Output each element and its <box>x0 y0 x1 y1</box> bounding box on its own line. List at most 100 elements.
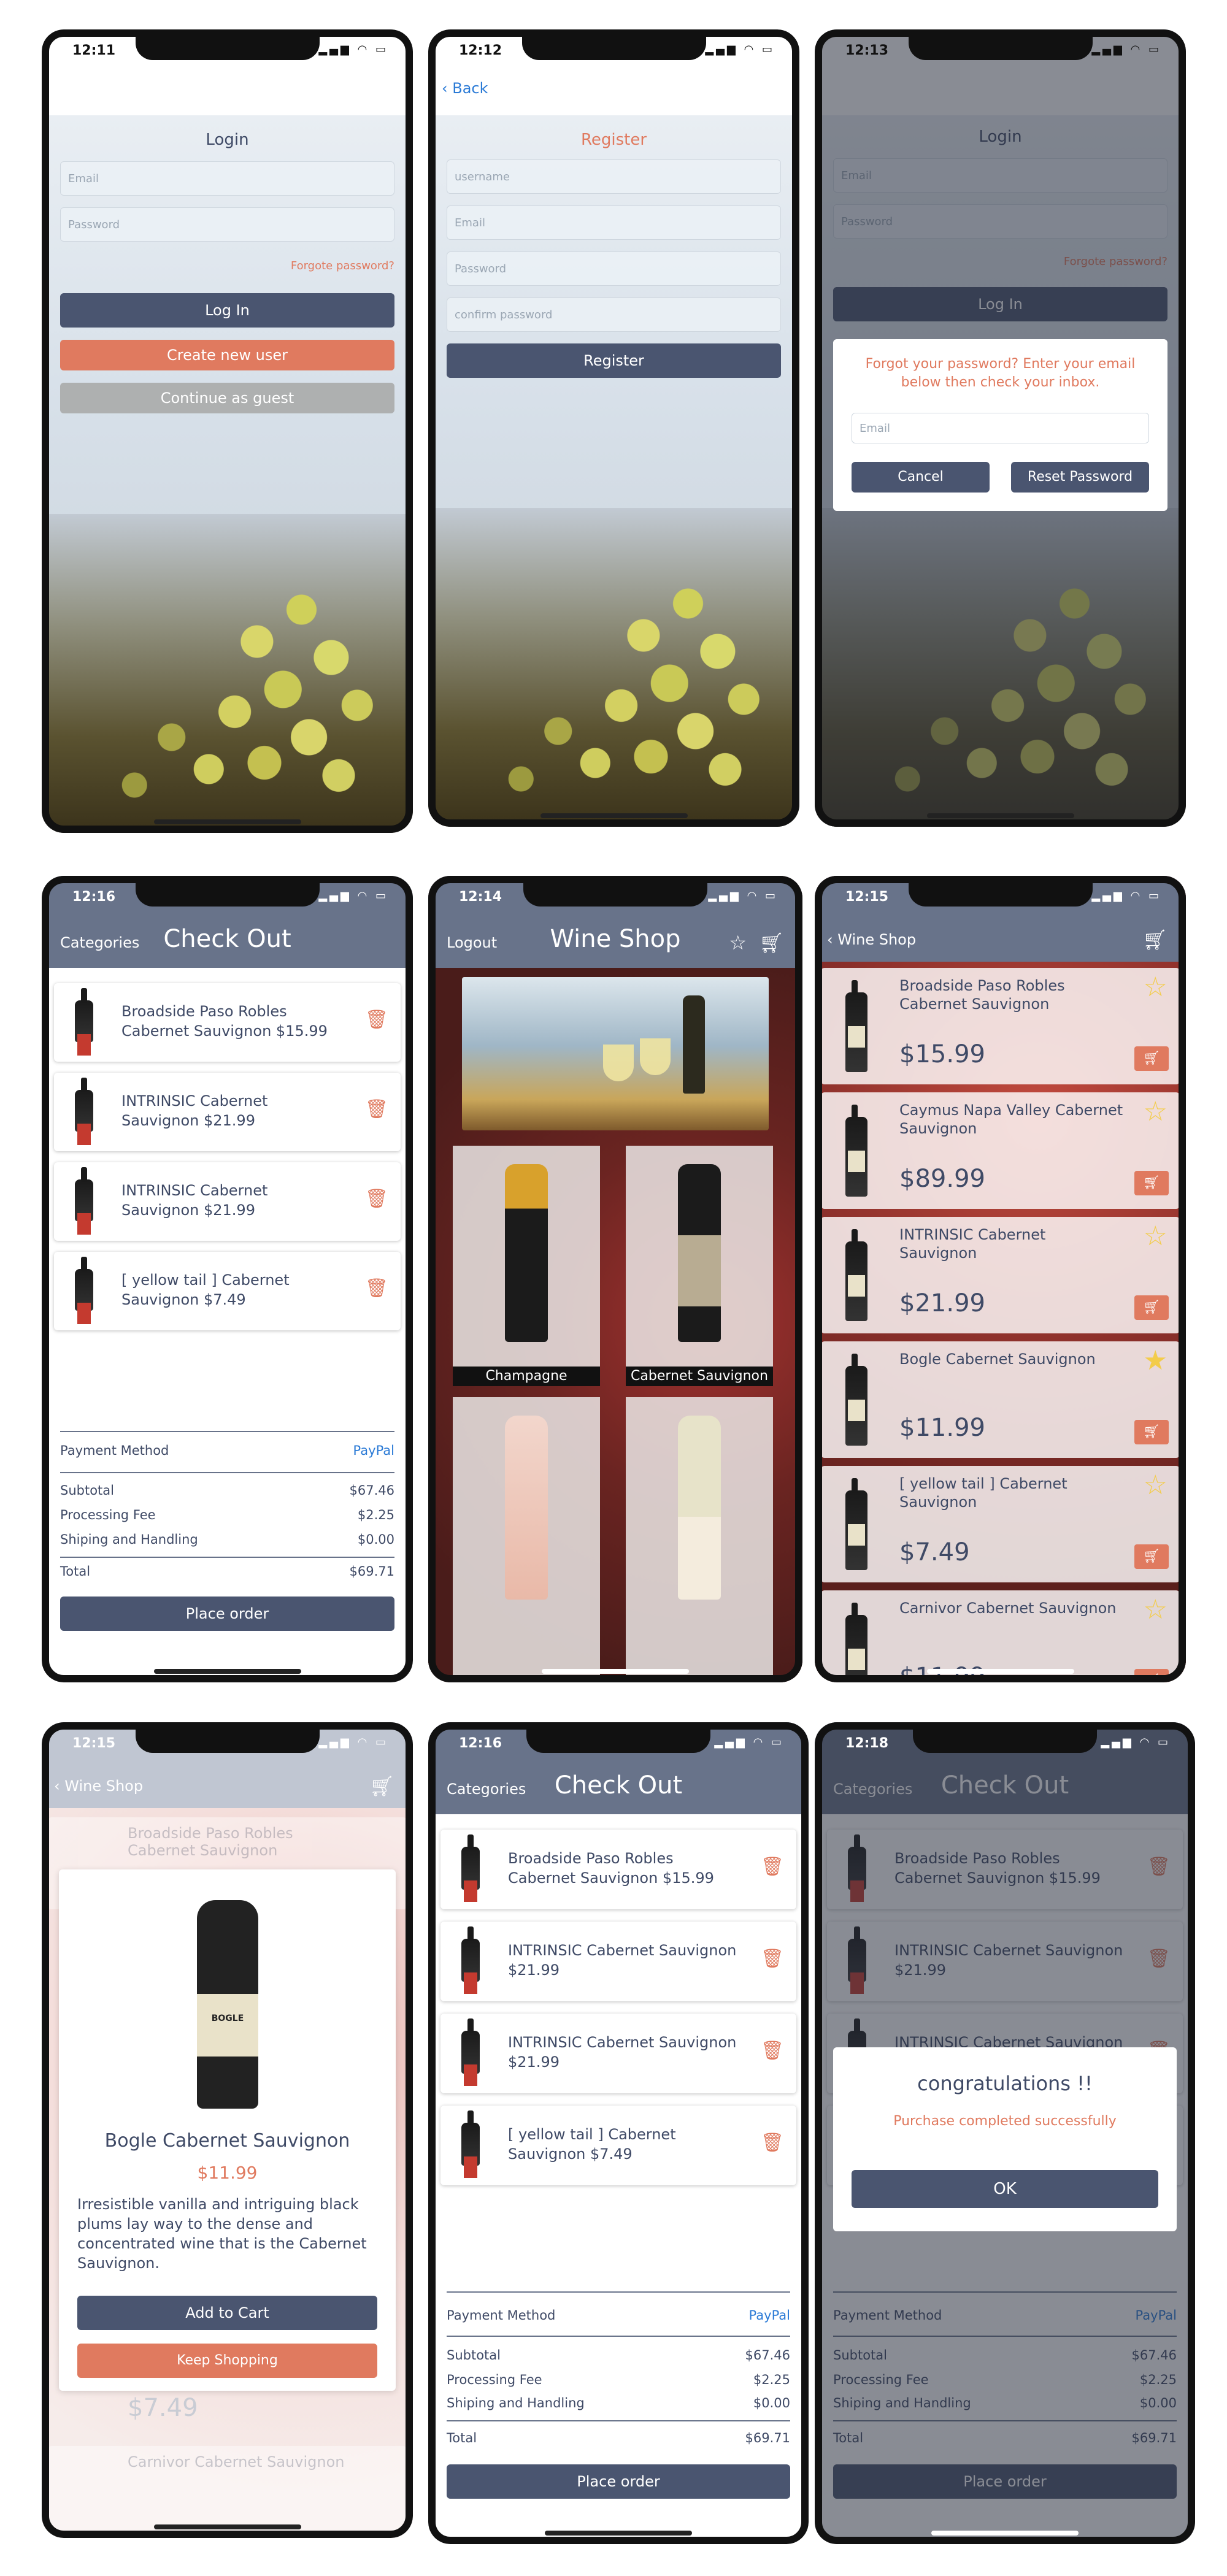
total-row: Total $69.71 <box>447 2431 790 2445</box>
trash-icon[interactable]: 🗑︎ <box>365 1009 388 1030</box>
wine-list-item[interactable]: [ yellow tail ] Cabernet Sauvignon $7.49 ☆… <box>821 1466 1180 1582</box>
status-time: 12:14 <box>459 889 502 905</box>
add-to-cart-icon[interactable]: 🛒︎ <box>1134 1046 1169 1071</box>
wine-bottle-image <box>845 1105 867 1197</box>
add-to-cart-icon[interactable]: 🛒︎ <box>1134 1171 1169 1195</box>
trash-icon[interactable]: 🗑︎ <box>365 1188 388 1209</box>
cart-item: [ yellow tail ] Cabernet Sauvignon $7.49… <box>54 1252 401 1330</box>
total-label: Total <box>447 2431 477 2445</box>
cart-item-text: [ yellow tail ] Cabernet Sauvignon $7.49 <box>121 1271 290 1308</box>
star-outline-icon[interactable]: ☆ <box>1144 1221 1167 1252</box>
cancel-button[interactable]: Cancel <box>852 462 990 493</box>
category-tile-rose[interactable] <box>453 1397 600 1682</box>
bottle-label <box>464 1972 477 1994</box>
category-tile-champagne[interactable] <box>453 1146 600 1367</box>
cabernet-bottle-image <box>678 1164 721 1342</box>
wine-price: $11.99 <box>899 1414 985 1442</box>
trash-icon[interactable]: 🗑︎ <box>761 2040 784 2061</box>
create-user-button[interactable]: Create new user <box>60 340 394 370</box>
password-input[interactable]: Password <box>60 207 394 242</box>
payment-label: Payment Method <box>60 1443 169 1458</box>
bottle-label <box>848 1400 865 1421</box>
email-input[interactable]: Email <box>60 161 394 196</box>
status-time: 12:16 <box>72 889 116 905</box>
cart-icon[interactable]: 🛒︎ <box>1142 928 1167 951</box>
grapes-image <box>42 514 413 833</box>
ok-button[interactable]: OK <box>852 2170 1158 2208</box>
trash-icon[interactable]: 🗑︎ <box>761 1856 784 1877</box>
cart-icon[interactable]: 🛒︎ <box>369 1774 394 1798</box>
wine-bottle-image <box>461 2018 480 2086</box>
trash-icon[interactable]: 🗑︎ <box>365 1098 388 1120</box>
guest-button[interactable]: Continue as guest <box>60 383 394 413</box>
add-to-cart-icon[interactable]: 🛒︎ <box>1134 1420 1169 1444</box>
forgot-password-screen: Login Email Password Forgote password? L… <box>815 29 1186 827</box>
cart-item: Broadside Paso Robles Cabernet Sauvignon… <box>54 983 401 1062</box>
add-to-cart-button[interactable]: Add to Cart <box>77 2296 377 2330</box>
back-label: Wine Shop <box>64 1777 144 1795</box>
star-outline-icon[interactable]: ☆ <box>1144 1096 1167 1127</box>
wine-list-item[interactable]: Caymus Napa Valley Cabernet Sauvignon $89… <box>821 1092 1180 1209</box>
trash-icon[interactable]: 🗑︎ <box>365 1278 388 1299</box>
username-input[interactable]: username <box>447 159 781 194</box>
subtotal-label: Subtotal <box>60 1483 114 1498</box>
trash-icon[interactable]: 🗑︎ <box>761 1948 784 1969</box>
cart-item: INTRINSIC Cabernet Sauvignon $21.99 🗑︎ <box>440 1922 796 2001</box>
password-input[interactable]: Password <box>447 251 781 286</box>
wine-list-item[interactable]: Bogle Cabernet Sauvignon $11.99 ★ 🛒︎ <box>821 1341 1180 1458</box>
signal-wifi-battery-icon: ▂▄▆ ◠ ▭ <box>318 43 388 56</box>
bottle-label <box>464 2156 477 2178</box>
page-title: Login <box>206 131 249 149</box>
white-bottle-image <box>678 1416 721 1600</box>
add-to-cart-icon[interactable]: 🛒︎ <box>1134 1295 1169 1320</box>
rose-bottle-image <box>505 1416 548 1600</box>
back-button[interactable]: ‹ Back <box>442 80 488 97</box>
email-input[interactable]: Email <box>447 205 781 240</box>
wine-name: [ yellow tail ] Cabernet Sauvignon <box>899 1475 1067 1511</box>
category-tile-cabernet[interactable] <box>626 1146 773 1367</box>
reset-password-button[interactable]: Reset Password <box>1011 462 1149 493</box>
forgot-password-link[interactable]: Forgote password? <box>291 259 394 272</box>
place-order-button[interactable]: Place order <box>447 2464 790 2499</box>
back-button[interactable]: ‹ Wine Shop <box>54 1777 143 1795</box>
fee-label: Processing Fee <box>447 2372 542 2387</box>
keep-shopping-button[interactable]: Keep Shopping <box>77 2344 377 2378</box>
status-bar: 12:15 ▂▄▆ ◠ ▭ <box>42 1722 413 1759</box>
chevron-left-icon: ‹ <box>827 931 833 948</box>
grapes-image <box>428 508 799 827</box>
confirm-password-input[interactable]: confirm password <box>447 297 781 332</box>
add-to-cart-icon[interactable]: 🛒︎ <box>1134 1669 1169 1682</box>
bottle-icon <box>683 995 705 1094</box>
status-bar: 12:15 ▂▄▆ ◠ ▭ <box>815 876 1186 913</box>
category-tile-white[interactable] <box>626 1397 773 1682</box>
signal-wifi-battery-icon: ▂▄▆ ◠ ▭ <box>1091 43 1161 56</box>
star-outline-icon[interactable]: ☆ <box>1144 972 1167 1003</box>
place-order-button[interactable]: Place order <box>60 1597 394 1631</box>
payment-method-row[interactable]: Payment Method PayPal <box>60 1443 394 1458</box>
home-indicator <box>926 813 1074 818</box>
wine-list-item[interactable]: Broadside Paso Robles Cabernet Sauvignon… <box>821 968 1180 1084</box>
back-label: Back <box>452 80 488 97</box>
bottle-label-text: BOGLE <box>211 2014 244 2023</box>
star-outline-icon[interactable]: ☆ <box>1144 1470 1167 1501</box>
reset-email-input[interactable]: Email <box>852 413 1149 443</box>
star-filled-icon[interactable]: ★ <box>1144 1345 1167 1376</box>
payment-method-row[interactable]: Payment Method PayPal <box>447 2308 790 2323</box>
cart-item-text: Broadside Paso Robles Cabernet Sauvignon… <box>508 1850 714 1887</box>
star-icon[interactable]: ☆ <box>729 931 747 954</box>
add-to-cart-icon[interactable]: 🛒︎ <box>1134 1544 1169 1569</box>
star-outline-icon[interactable]: ☆ <box>1144 1594 1167 1625</box>
fee-label: Processing Fee <box>60 1508 156 1522</box>
cart-icon[interactable]: 🛒︎ <box>759 931 784 954</box>
wine-price: $7.49 <box>899 1538 970 1566</box>
page-title: Check Out <box>163 925 291 953</box>
back-button[interactable]: ‹ Wine Shop <box>827 931 916 948</box>
status-bar: 12:16 ▂▄▆ ◠ ▭ <box>428 1722 809 1759</box>
total-value: $69.71 <box>349 1564 394 1579</box>
fee-value: $2.25 <box>357 1508 394 1522</box>
divider <box>447 2291 790 2293</box>
wine-list-item[interactable]: INTRINSIC Cabernet Sauvignon $21.99 ☆ 🛒︎ <box>821 1217 1180 1333</box>
login-button[interactable]: Log In <box>60 293 394 328</box>
trash-icon[interactable]: 🗑︎ <box>761 2132 784 2153</box>
register-button[interactable]: Register <box>447 343 781 378</box>
